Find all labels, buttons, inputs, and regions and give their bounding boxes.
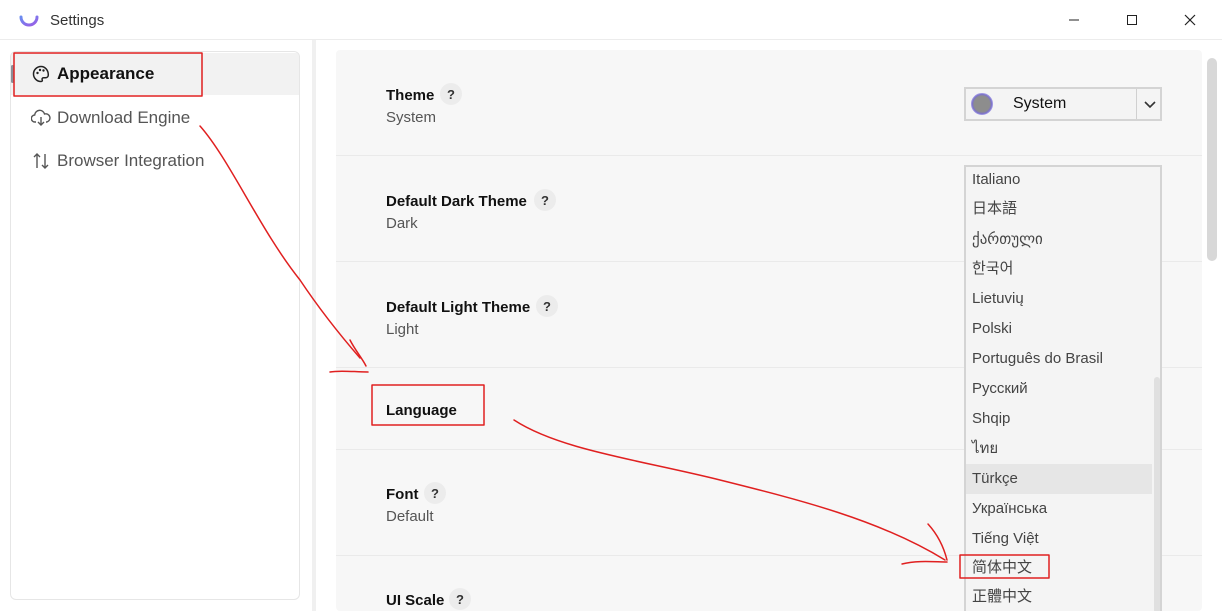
help-icon[interactable]: ? (424, 482, 446, 504)
sidebar-item-label: Download Engine (57, 108, 191, 127)
setting-value: Light (386, 321, 419, 338)
setting-title: Language (386, 402, 457, 419)
theme-select[interactable]: System (964, 87, 1162, 121)
active-indicator (11, 65, 14, 83)
cloud-download-icon (31, 108, 51, 128)
language-option[interactable]: Italiano (966, 167, 1152, 195)
page-scrollbar-thumb[interactable] (1207, 58, 1217, 261)
language-option[interactable]: 한국어 (966, 254, 1152, 284)
setting-title: Theme (386, 87, 435, 104)
pane-divider[interactable] (312, 40, 316, 611)
close-icon (1184, 14, 1196, 26)
chevron-down-icon (1144, 101, 1156, 109)
theme-swatch-icon (971, 93, 993, 115)
language-option[interactable]: 日本語 (966, 194, 1152, 224)
settings-panel: Theme ? System System Default Dark Theme… (336, 50, 1202, 611)
dropdown-scroll-thumb[interactable] (1154, 377, 1160, 611)
language-option[interactable]: ไทย (966, 434, 1152, 464)
language-option[interactable]: Lietuvių (966, 284, 1152, 314)
maximize-icon (1127, 15, 1137, 25)
language-option-hovered[interactable]: Türkçe (966, 464, 1152, 494)
minimize-icon (1069, 19, 1079, 21)
help-icon[interactable]: ? (536, 295, 558, 317)
help-icon[interactable]: ? (440, 83, 462, 105)
language-option-simplified-chinese[interactable]: 简体中文 (966, 553, 1152, 583)
setting-value: Dark (386, 215, 418, 232)
arrows-up-down-icon (31, 151, 51, 171)
palette-icon (31, 64, 51, 84)
language-option[interactable]: Tiếng Việt (966, 524, 1152, 554)
sidebar-item-download-engine[interactable]: Download Engine (11, 97, 299, 139)
sidebar-item-browser-integration[interactable]: Browser Integration (11, 140, 299, 182)
setting-title: UI Scale (386, 592, 445, 609)
language-option[interactable]: Русский (966, 374, 1152, 404)
title-bar: Settings (0, 0, 1222, 40)
sidebar-item-label: Browser Integration (57, 151, 205, 170)
sidebar-item-label: Appearance (57, 64, 155, 83)
setting-row-theme: Theme ? System System (336, 50, 1202, 156)
setting-title: Font (386, 486, 419, 503)
app-logo-icon (19, 9, 39, 27)
settings-sidebar: Appearance Download Engine Browser Integ… (10, 51, 300, 600)
help-icon[interactable]: ? (534, 189, 556, 211)
theme-select-value: System (1013, 95, 1067, 112)
sidebar-item-appearance[interactable]: Appearance (11, 53, 299, 95)
language-option[interactable]: Shqip (966, 404, 1152, 434)
help-icon[interactable]: ? (449, 588, 471, 610)
language-option[interactable]: Português do Brasil (966, 344, 1152, 374)
setting-value: System (386, 109, 437, 126)
setting-title: Default Dark Theme (386, 193, 527, 210)
close-button[interactable] (1162, 0, 1218, 40)
setting-value: Default (386, 508, 434, 525)
setting-title: Default Light Theme (386, 299, 531, 316)
language-option[interactable]: ქართული (966, 225, 1152, 255)
select-divider (1136, 89, 1137, 119)
window-title: Settings (50, 12, 105, 29)
language-dropdown-list[interactable]: Italiano 日本語 ქართული 한국어 Lietuvių Polski… (964, 165, 1162, 611)
minimize-button[interactable] (1046, 0, 1102, 40)
language-option[interactable]: Українська (966, 494, 1152, 524)
language-option[interactable]: 正體中文 (966, 582, 1152, 611)
language-option[interactable]: Polski (966, 314, 1152, 344)
maximize-button[interactable] (1104, 0, 1160, 40)
